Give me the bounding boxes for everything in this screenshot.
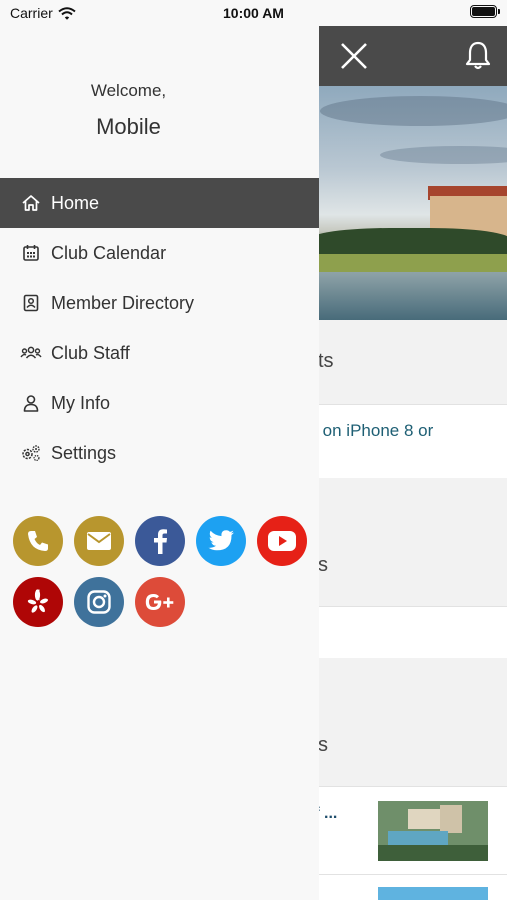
staff-icon — [20, 342, 42, 364]
section-title: s — [318, 554, 328, 576]
menu-label: Home — [51, 192, 100, 213]
menu-item-home[interactable]: Home — [0, 178, 319, 228]
menu-item-club-calendar[interactable]: Club Calendar — [0, 228, 319, 278]
menu-label: Member Directory — [51, 292, 195, 313]
home-icon — [20, 192, 42, 214]
list-item-text: ns on iPhone 8 or — [300, 421, 434, 440]
twitter-icon — [208, 530, 234, 551]
email-icon — [87, 532, 111, 550]
google-plus-button[interactable] — [135, 577, 185, 627]
google-plus-icon — [145, 594, 174, 610]
phone-button[interactable] — [13, 516, 63, 566]
close-drawer-button[interactable] — [336, 38, 372, 74]
user-name: Mobile — [96, 114, 161, 139]
clock: 10:00 AM — [223, 5, 284, 21]
facebook-icon — [154, 529, 167, 554]
email-button[interactable] — [74, 516, 124, 566]
yelp-icon — [27, 589, 49, 613]
notifications-button[interactable] — [460, 38, 496, 74]
news-thumbnail — [378, 801, 488, 861]
youtube-button[interactable] — [257, 516, 307, 566]
menu-label: Club Staff — [51, 342, 130, 363]
person-icon — [20, 392, 42, 414]
instagram-icon — [87, 590, 111, 614]
menu-item-member-directory[interactable]: Member Directory — [0, 278, 319, 328]
phone-icon — [28, 531, 48, 551]
twitter-button[interactable] — [196, 516, 246, 566]
instagram-button[interactable] — [74, 577, 124, 627]
facebook-button[interactable] — [135, 516, 185, 566]
yelp-button[interactable] — [13, 577, 63, 627]
youtube-icon — [268, 531, 296, 551]
menu-label: Settings — [51, 442, 117, 463]
menu-item-my-info[interactable]: My Info — [0, 378, 319, 428]
news-thumbnail — [378, 887, 488, 900]
menu-item-club-staff[interactable]: Club Staff — [0, 328, 319, 378]
section-title: ts — [318, 350, 334, 372]
section-title: s — [318, 734, 328, 756]
contacts-icon — [20, 292, 42, 314]
close-icon — [341, 43, 367, 69]
status-bar: Carrier 10:00 AM — [0, 0, 507, 26]
welcome-text: Welcome, — [90, 81, 167, 100]
navigation-drawer: Welcome, Mobile Home Club Calendar Membe… — [0, 26, 319, 900]
bell-icon — [465, 41, 491, 70]
battery-icon — [470, 5, 500, 18]
calendar-icon — [20, 242, 42, 264]
menu-label: My Info — [51, 392, 111, 413]
menu-label: Club Calendar — [51, 242, 167, 263]
settings-icon — [20, 442, 42, 464]
menu-item-settings[interactable]: Settings — [0, 428, 319, 478]
